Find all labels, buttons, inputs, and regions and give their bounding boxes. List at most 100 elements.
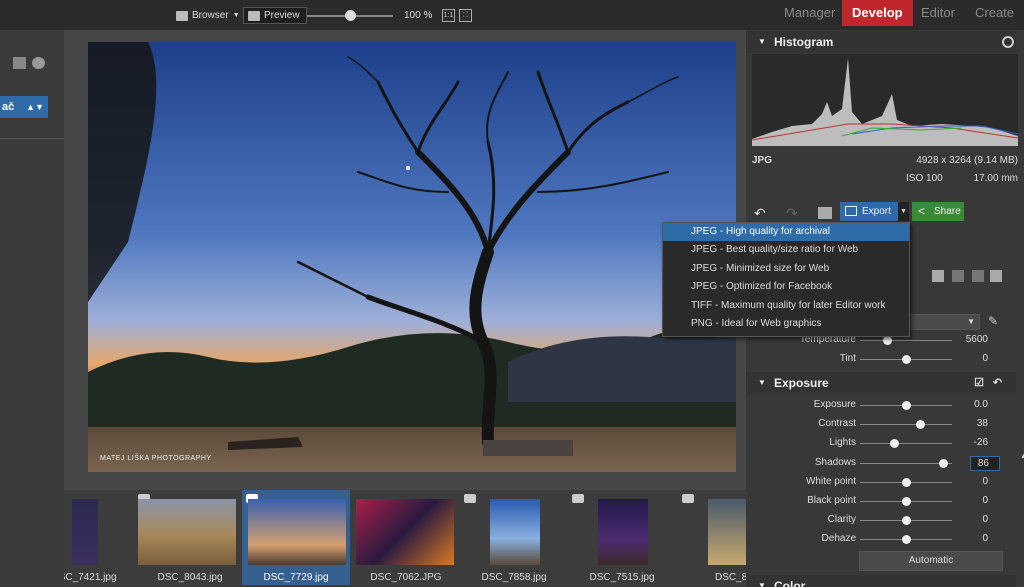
filmstrip-item[interactable]: DSC_7729.jpg bbox=[242, 490, 350, 585]
slider-value-input[interactable]: 86 bbox=[970, 455, 1000, 471]
left-panel-select-label: ač bbox=[2, 101, 15, 113]
fullscreen-button[interactable]: ⛶ bbox=[459, 9, 472, 22]
mode-editor[interactable]: Editor bbox=[921, 0, 955, 26]
filmstrip-item[interactable]: DSC_7858.jpg bbox=[460, 490, 568, 585]
fullscreen-icon: ⛶ bbox=[463, 12, 468, 19]
copy-icon[interactable] bbox=[932, 270, 944, 282]
slider-value: 0 bbox=[982, 475, 988, 487]
filmstrip-item[interactable]: DSC_7515.jpg bbox=[568, 490, 676, 585]
undo-icon[interactable]: ↶ bbox=[754, 205, 768, 221]
preview-photo[interactable]: MATEJ LIŠKA PHOTOGRAPHY bbox=[88, 42, 736, 472]
redo-icon[interactable]: ↷ bbox=[786, 205, 800, 221]
slider-track[interactable] bbox=[860, 340, 952, 341]
mode-manager[interactable]: Manager bbox=[784, 0, 835, 26]
filmstrip-item[interactable]: DSC_7062.JPG bbox=[352, 490, 460, 585]
thumbnail-image bbox=[248, 499, 346, 565]
export-menu-item[interactable]: JPEG - High quality for archival bbox=[663, 223, 909, 242]
slider-row-white-point: White point 0 bbox=[746, 473, 1024, 492]
filmstrip-item[interactable]: DSC_8369.j bbox=[678, 490, 746, 585]
slider-knob[interactable] bbox=[916, 420, 926, 430]
slider-knob[interactable] bbox=[901, 497, 911, 506]
slider-track[interactable] bbox=[860, 424, 952, 426]
file-format: JPG bbox=[752, 155, 773, 166]
image-icon[interactable] bbox=[818, 207, 832, 219]
camera-icon bbox=[464, 494, 476, 503]
spinner-icon[interactable]: ▲▼ bbox=[1020, 453, 1024, 460]
export-menu-item[interactable]: PNG - Ideal for Web graphics bbox=[663, 315, 909, 333]
slider-knob[interactable] bbox=[901, 401, 911, 410]
slider-knob[interactable] bbox=[901, 355, 911, 364]
thumbnail-label: DSC_7858.jpg bbox=[481, 572, 547, 583]
browser-label: Browser bbox=[192, 10, 229, 21]
export-menu-item[interactable]: TIFF - Maximum quality for later Editor … bbox=[663, 297, 909, 315]
reset-icon[interactable]: ↶ bbox=[993, 372, 1002, 394]
automatic-button[interactable]: Automatic bbox=[859, 551, 1003, 571]
select-arrows-icon: ▲▼ bbox=[26, 102, 44, 112]
photo-watermark: MATEJ LIŠKA PHOTOGRAPHY bbox=[100, 455, 212, 462]
chevron-down-icon: ▼ bbox=[232, 12, 240, 19]
checkbox-icon[interactable]: ☑ bbox=[974, 372, 984, 394]
mode-create[interactable]: Create bbox=[975, 0, 1014, 26]
slider-label: Dehaze bbox=[821, 533, 856, 545]
collapse-icon: ▼ bbox=[758, 378, 766, 387]
browser-button[interactable]: Browser ▼ bbox=[176, 7, 240, 24]
export-button[interactable]: Export bbox=[840, 202, 898, 221]
slider-knob[interactable] bbox=[939, 458, 949, 468]
divider bbox=[0, 138, 64, 139]
collapse-icon: ▼ bbox=[758, 581, 766, 587]
save-icon[interactable] bbox=[990, 270, 1002, 282]
export-dropdown-button[interactable]: ▼ bbox=[898, 202, 909, 221]
slider-row-clarity: Clarity 0 bbox=[746, 511, 1024, 530]
histogram bbox=[751, 54, 1019, 146]
thumbnail-image bbox=[490, 499, 540, 565]
slider-knob[interactable] bbox=[901, 535, 911, 545]
export-menu-item[interactable]: JPEG - Minimized size for Web bbox=[663, 260, 909, 278]
settings-icon[interactable] bbox=[1002, 36, 1014, 48]
color-header[interactable]: ▼ Color bbox=[746, 575, 1016, 587]
actual-size-button[interactable]: 1:1 bbox=[442, 9, 455, 22]
slider-row-lights: Lights -26 bbox=[746, 434, 1024, 453]
thumbnail-label: DSC_7062.JPG bbox=[370, 572, 442, 583]
export-menu-item[interactable]: JPEG - Optimized for Facebook bbox=[663, 278, 909, 296]
slider-knob[interactable] bbox=[883, 336, 893, 345]
camera-icon bbox=[682, 494, 694, 503]
share-icon: < bbox=[918, 204, 926, 218]
folder-add-icon[interactable] bbox=[13, 57, 26, 69]
thumbnail-image bbox=[356, 499, 454, 565]
zoom-slider-knob[interactable] bbox=[344, 10, 356, 21]
slider-knob[interactable] bbox=[901, 477, 911, 487]
mode-develop[interactable]: Develop bbox=[842, 0, 913, 26]
slider-value: 0 bbox=[982, 533, 988, 545]
thumbnail-image bbox=[72, 499, 98, 565]
share-button[interactable]: < Share bbox=[912, 202, 964, 221]
gear-icon[interactable] bbox=[32, 57, 45, 69]
export-menu-item[interactable]: JPEG - Best quality/size ratio for Web bbox=[663, 241, 909, 259]
slider-value: 38 bbox=[976, 418, 988, 430]
histogram-graph bbox=[751, 58, 1019, 146]
eyedropper-icon[interactable]: ✎ bbox=[988, 314, 998, 328]
duplicate-icon[interactable] bbox=[972, 270, 984, 282]
slider-knob[interactable] bbox=[889, 439, 899, 449]
zoom-value: 100 % bbox=[404, 10, 433, 21]
left-panel-select[interactable]: ač ▲▼ bbox=[0, 96, 48, 118]
slider-row-exposure: Exposure 0.0 bbox=[746, 396, 1024, 415]
thumbnail-label: DSC_8043.jpg bbox=[157, 572, 223, 583]
export-label: Export bbox=[862, 206, 891, 217]
histogram-header[interactable]: ▼ Histogram bbox=[746, 31, 1016, 53]
paste-icon[interactable] bbox=[952, 270, 964, 282]
slider-value: 0 bbox=[982, 495, 988, 506]
slider-track[interactable] bbox=[860, 462, 952, 464]
thumbnail-image bbox=[598, 499, 648, 565]
slider-label: Black point bbox=[807, 495, 856, 506]
slider-value: -26 bbox=[973, 437, 988, 449]
image-icon bbox=[248, 10, 260, 21]
exposure-header[interactable]: ▼ Exposure ☑ ↶ bbox=[746, 372, 1016, 394]
preview-button[interactable]: Preview bbox=[243, 7, 307, 24]
left-panel: ač ▲▼ bbox=[0, 30, 64, 585]
filmstrip-item[interactable]: DSC_8043.jpg bbox=[136, 490, 244, 585]
slider-label: Shadows bbox=[814, 456, 856, 468]
slider-track[interactable] bbox=[860, 443, 952, 445]
slider-knob[interactable] bbox=[901, 516, 911, 526]
slider-row-shadows: Shadows 86 ▲▼ bbox=[746, 453, 1024, 473]
slider-value: 0 bbox=[982, 514, 988, 526]
